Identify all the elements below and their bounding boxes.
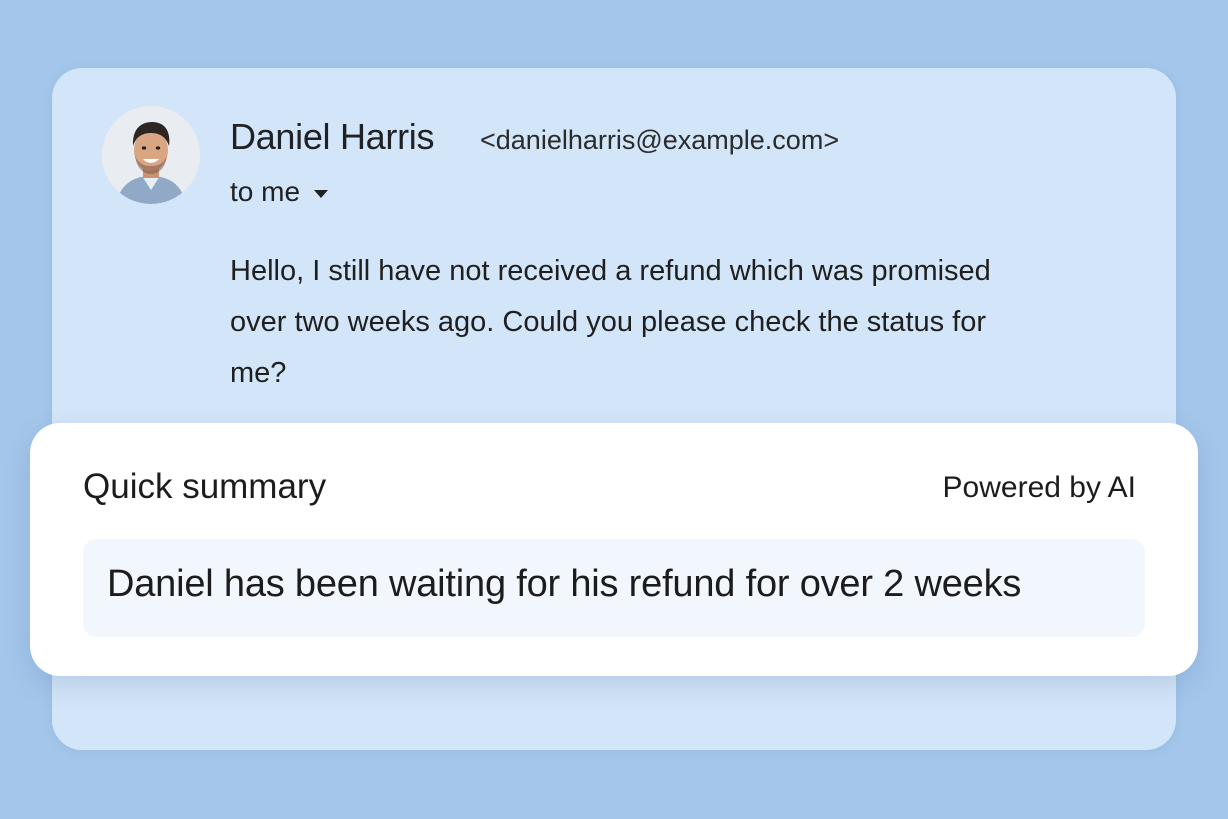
summary-text: Daniel has been waiting for his refund f… [107,563,1022,605]
sender-avatar[interactable] [102,106,200,204]
recipient-dropdown[interactable]: to me [230,176,329,208]
summary-box: Daniel has been waiting for his refund f… [83,539,1145,637]
powered-by-label: Powered by AI [942,471,1136,504]
message-body: Hello, I still have not received a refun… [230,255,991,389]
sender-name: Daniel Harris [230,116,435,157]
sender-email: <danielharris@example.com> [480,125,840,155]
caret-down-icon[interactable] [314,190,329,198]
recipient-label: to me [230,176,301,207]
summary-title: Quick summary [83,467,327,506]
avatar-photo-icon [102,106,200,204]
summary-card: Quick summary Powered by AI Daniel has b… [30,423,1198,676]
